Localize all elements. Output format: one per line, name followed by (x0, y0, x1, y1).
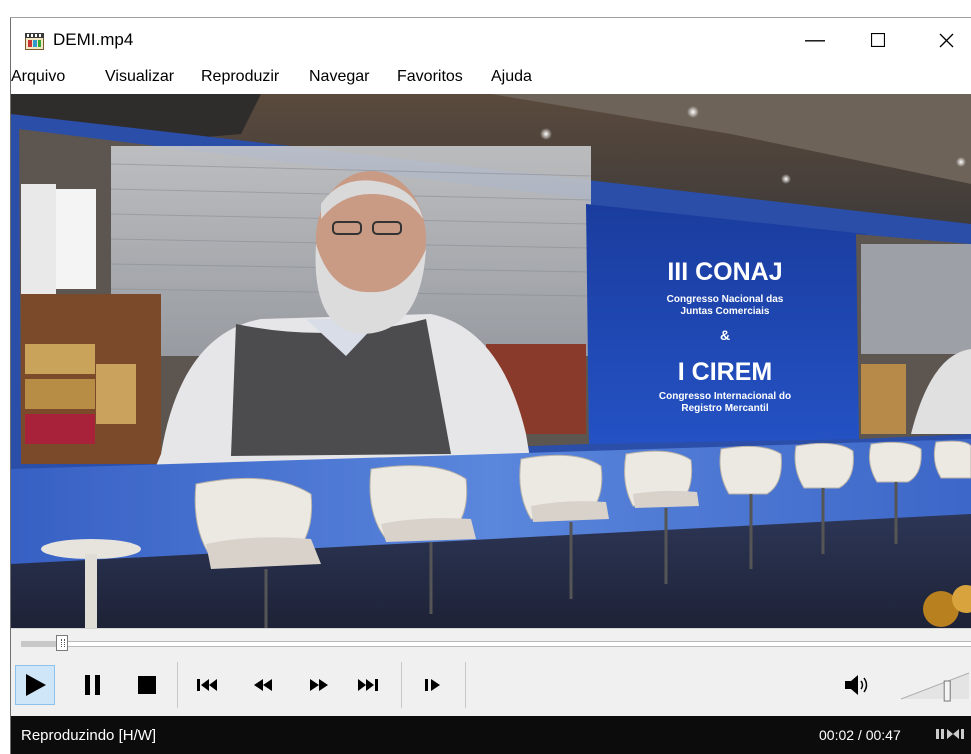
pause-icon (85, 675, 100, 695)
stop-icon (138, 676, 156, 694)
hardware-acceleration-icon (936, 729, 964, 739)
video-scene: III CONAJ Congresso Nacional das Juntas … (11, 94, 971, 628)
close-button[interactable] (923, 18, 969, 62)
minimize-icon: — (805, 28, 825, 51)
maximize-button[interactable] (855, 18, 901, 62)
banner-subtitle-4: Registro Mercantil (681, 403, 768, 414)
separator (401, 662, 402, 708)
play-icon (26, 674, 46, 696)
banner-title-2: I CIREM (678, 358, 772, 386)
video-frame[interactable]: III CONAJ Congresso Nacional das Juntas … (11, 94, 971, 628)
minimize-button[interactable]: — (792, 18, 838, 62)
separator (177, 662, 178, 708)
menu-bar: Arquivo Visualizar Reproduzir Navegar Fa… (11, 62, 971, 94)
stop-button[interactable] (127, 665, 167, 705)
close-icon (939, 33, 953, 47)
pause-button[interactable] (73, 665, 113, 705)
volume-slider[interactable] (899, 669, 971, 703)
film-app-icon (25, 33, 44, 50)
volume-icon (845, 675, 868, 695)
volume-thumb[interactable] (943, 680, 951, 702)
menu-arquivo[interactable]: Arquivo (11, 68, 65, 86)
frame-step-button[interactable] (413, 665, 453, 705)
next-icon (358, 679, 378, 691)
previous-button[interactable] (187, 665, 227, 705)
banner-ampersand: & (720, 327, 730, 343)
title-bar[interactable]: DEMI.mp4 — (11, 18, 971, 62)
seek-bar[interactable] (21, 641, 971, 647)
banner-title: III CONAJ (667, 258, 782, 286)
previous-icon (197, 679, 217, 691)
status-bar: Reproduzindo [H/W] 00:02 / 00:47 (11, 716, 971, 754)
separator (465, 662, 466, 708)
play-button[interactable] (15, 665, 55, 705)
seek-thumb[interactable] (55, 635, 68, 651)
media-player-window: DEMI.mp4 — Arquivo Visualizar Reproduzir… (0, 0, 971, 754)
menu-reproduzir[interactable]: Reproduzir (201, 68, 279, 86)
fast-forward-icon (310, 679, 328, 691)
time-display: 00:02 / 00:47 (819, 727, 901, 743)
banner-subtitle-2: Juntas Comerciais (681, 306, 770, 317)
fast-forward-button[interactable] (299, 665, 339, 705)
banner-subtitle-3: Congresso Internacional do (659, 391, 791, 402)
rewind-button[interactable] (243, 665, 283, 705)
menu-navegar[interactable]: Navegar (309, 68, 369, 86)
frame-step-icon (425, 679, 440, 691)
next-button[interactable] (349, 665, 389, 705)
menu-visualizar[interactable]: Visualizar (105, 68, 174, 86)
banner-subtitle-1: Congresso Nacional das (667, 294, 784, 305)
playback-status: Reproduzindo [H/W] (21, 727, 157, 744)
menu-ajuda[interactable]: Ajuda (491, 68, 532, 86)
menu-favoritos[interactable]: Favoritos (397, 68, 463, 86)
playback-controls (11, 628, 971, 717)
rewind-icon (254, 679, 272, 691)
window-title: DEMI.mp4 (53, 30, 134, 49)
volume-button[interactable] (837, 665, 877, 705)
maximize-icon (871, 33, 885, 47)
